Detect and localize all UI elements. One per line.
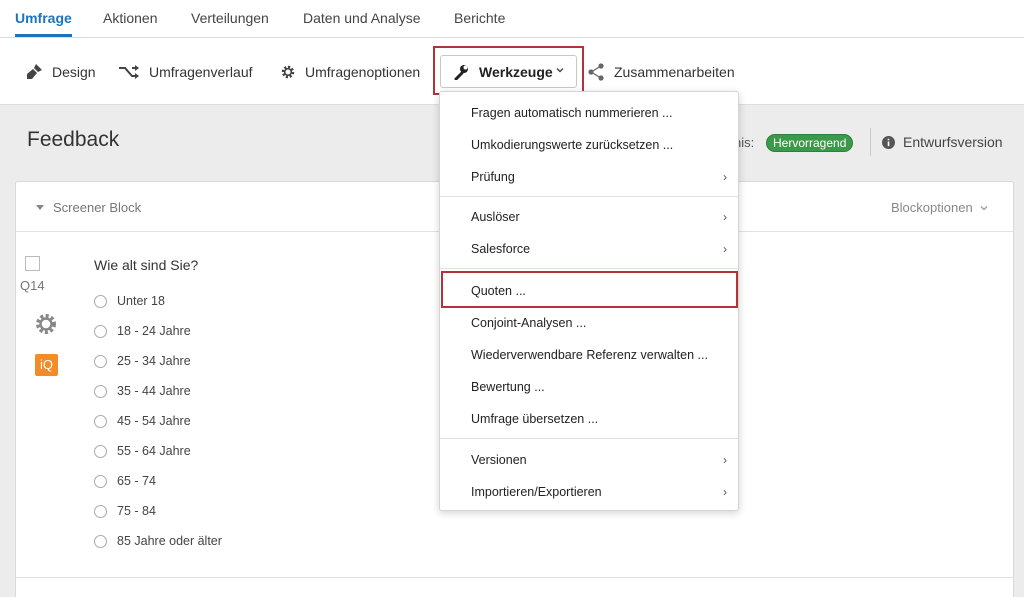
chevron-down-icon [980,205,988,210]
answer-label: 85 Jahre oder älter [117,534,222,548]
chevron-right-icon: › [723,210,727,224]
menu-item-label: Umkodierungswerte zurücksetzen ... [471,138,674,152]
history-arrows-icon [119,64,139,79]
answer-option[interactable]: 55 - 64 Jahre [94,443,191,459]
answer-option[interactable]: 25 - 34 Jahre [94,353,191,369]
menu-item-reusable-reference[interactable]: Wiederverwendbare Referenz verwalten ... [440,340,738,370]
menu-item-label: Conjoint-Analysen ... [471,316,587,330]
chevron-right-icon: › [723,170,727,184]
answer-label: 65 - 74 [117,474,156,488]
version-label: Entwurfsversion [903,134,1003,150]
question-number: Q14 [20,278,45,293]
radio-button[interactable] [94,444,107,458]
menu-divider [440,196,738,197]
chevron-right-icon: › [723,453,727,467]
design-label: Design [52,63,96,80]
block-collapse-toggle[interactable]: Screener Block [36,200,141,215]
menu-divider [440,268,738,269]
menu-item-scoring[interactable]: Bewertung ... [440,372,738,402]
status-badge: Hervorragend [766,134,854,152]
block-name: Screener Block [53,200,142,215]
question-gear-icon[interactable] [34,312,58,336]
menu-item-label: Prüfung [471,170,515,184]
tab-umfrage[interactable]: Umfrage [15,0,72,37]
survey-history-label: Umfragenverlauf [149,63,253,80]
menu-item-label: Wiederverwendbare Referenz verwalten ... [471,348,708,362]
block-options-button[interactable]: Blockoptionen [891,200,989,215]
menu-item-label: Bewertung ... [471,380,545,394]
answer-option[interactable]: 75 - 84 [94,503,156,519]
collaborate-label: Zusammenarbeiten [614,63,735,80]
menu-item-label: Auslöser [471,210,520,224]
tab-aktionen[interactable]: Aktionen [103,0,157,37]
menu-item-triggers[interactable]: Auslöser › [440,202,738,232]
radio-button[interactable] [94,354,107,368]
menu-item-translate[interactable]: Umfrage übersetzen ... [440,404,738,434]
menu-divider [440,438,738,439]
answer-label: 25 - 34 Jahre [117,354,191,368]
iq-badge-icon[interactable]: iQ [35,354,58,376]
radio-button[interactable] [94,294,107,308]
menu-item-auto-number[interactable]: Fragen automatisch nummerieren ... [440,98,738,128]
radio-button[interactable] [94,474,107,488]
chevron-right-icon: › [723,242,727,256]
quotas-highlight-frame [441,271,738,308]
question-text: Wie alt sind Sie? [94,257,199,273]
answer-label: 45 - 54 Jahre [117,414,191,428]
menu-item-label: Versionen [471,453,527,467]
menu-item-label: Importieren/Exportieren [471,485,602,499]
menu-item-import-export[interactable]: Importieren/Exportieren › [440,477,738,507]
radio-button[interactable] [94,534,107,548]
tab-daten-und-analyse[interactable]: Daten und Analyse [303,0,421,37]
menu-item-label: Salesforce [471,242,531,256]
answer-option[interactable]: 85 Jahre oder älter [94,533,222,549]
answer-option[interactable]: Unter 18 [94,293,165,309]
menu-item-label: Fragen automatisch nummerieren ... [471,106,673,120]
radio-button[interactable] [94,384,107,398]
answer-label: 55 - 64 Jahre [117,444,191,458]
header-divider [870,128,871,156]
survey-options-label: Umfragenoptionen [305,63,421,80]
design-button[interactable]: Design [26,38,96,105]
block-footer-divider [16,577,1013,578]
radio-button[interactable] [94,324,107,338]
answer-option[interactable]: 35 - 44 Jahre [94,383,191,399]
answer-label: 35 - 44 Jahre [117,384,191,398]
survey-history-button[interactable]: Umfragenverlauf [118,38,253,105]
menu-item-label: Umfrage übersetzen ... [471,412,599,426]
menu-item-conjoint[interactable]: Conjoint-Analysen ... [440,308,738,338]
survey-title: Feedback [27,128,120,151]
menu-item-check[interactable]: Prüfung › [440,162,738,192]
version-indicator[interactable]: Entwurfsversion [882,134,1003,150]
radio-button[interactable] [94,414,107,428]
block-options-label: Blockoptionen [891,200,973,215]
answer-label: 75 - 84 [117,504,156,518]
caret-down-icon [36,205,44,210]
paintbrush-icon [27,64,42,79]
answer-option[interactable]: 65 - 74 [94,473,156,489]
radio-button[interactable] [94,504,107,518]
answer-label: Unter 18 [117,294,165,308]
question-select-checkbox[interactable] [25,256,40,271]
answer-option[interactable]: 45 - 54 Jahre [94,413,191,429]
answer-option[interactable]: 18 - 24 Jahre [94,323,191,339]
tools-highlight-frame [433,46,584,95]
menu-item-reset-recode[interactable]: Umkodierungswerte zurücksetzen ... [440,130,738,160]
tab-verteilungen[interactable]: Verteilungen [191,0,269,37]
tab-berichte[interactable]: Berichte [454,0,505,37]
gear-icon [281,65,295,78]
info-icon [882,135,895,149]
survey-options-button[interactable]: Umfragenoptionen [280,38,420,105]
top-nav: Umfrage Aktionen Verteilungen Daten und … [0,0,1024,38]
share-icon [588,62,604,81]
menu-item-salesforce[interactable]: Salesforce › [440,234,738,264]
answer-label: 18 - 24 Jahre [117,324,191,338]
chevron-right-icon: › [723,485,727,499]
menu-item-versions[interactable]: Versionen › [440,445,738,475]
